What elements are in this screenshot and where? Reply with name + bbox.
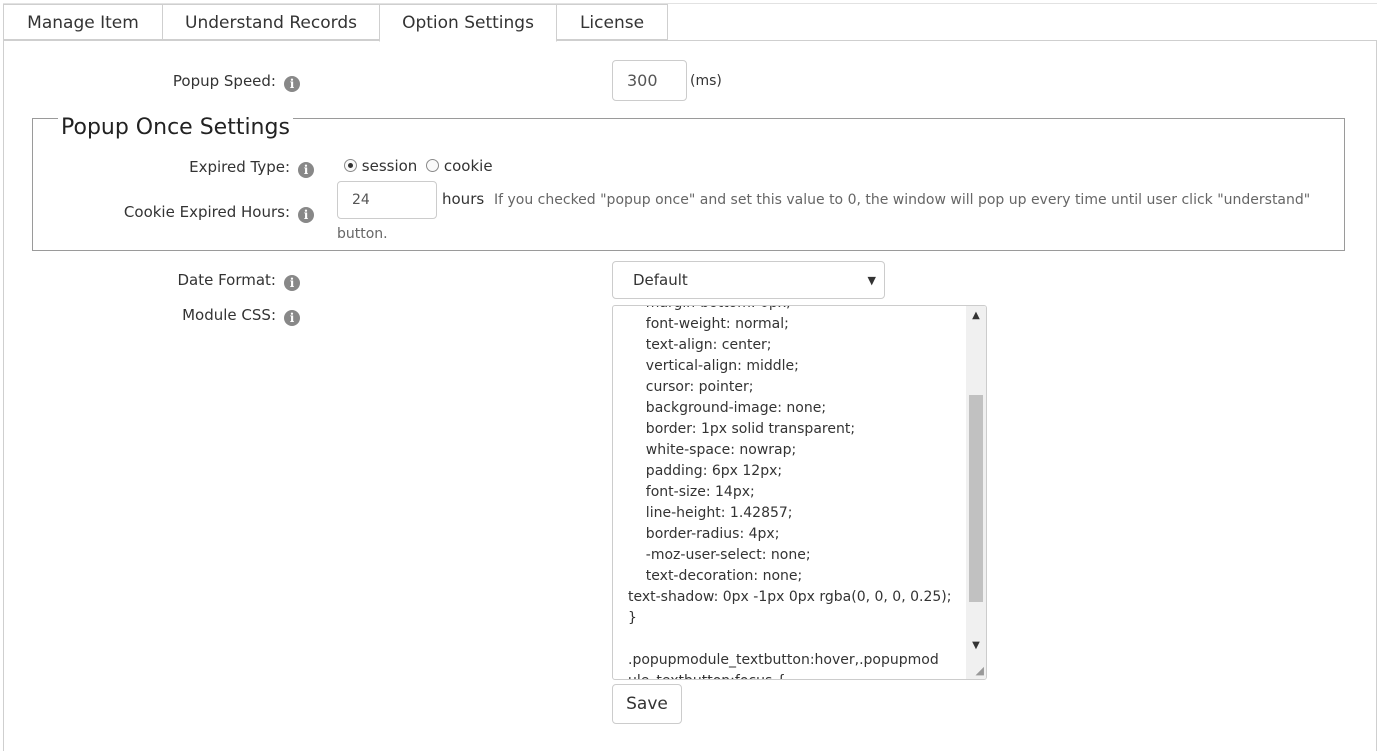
expired-type-label: Expired Type: i (60, 158, 314, 178)
radio-cookie[interactable] (426, 159, 440, 172)
radio-cookie-label: cookie (443, 157, 493, 175)
info-icon[interactable]: i (298, 207, 314, 223)
cookie-hours-help-line2: button. (337, 226, 388, 242)
cookie-hours-label: Cookie Expired Hours: i (60, 203, 314, 223)
popup-speed-label: Popup Speed: i (60, 72, 300, 92)
scrollbar-thumb[interactable] (969, 395, 983, 602)
popup-speed-label-text: Popup Speed: (172, 72, 276, 90)
date-format-label: Date Format: i (60, 271, 300, 291)
module-css-content: margin-bottom: 0px; font-weight: normal;… (628, 306, 952, 679)
module-css-textarea[interactable]: margin-bottom: 0px; font-weight: normal;… (612, 305, 987, 680)
cookie-hours-label-text: Cookie Expired Hours: (123, 203, 290, 221)
scroll-down-arrow-icon[interactable]: ▼ (966, 636, 986, 656)
module-css-label-text: Module CSS: (182, 306, 276, 324)
info-icon[interactable]: i (284, 76, 300, 92)
tab-manage-item[interactable]: Manage Item (3, 4, 163, 40)
expired-type-label-text: Expired Type: (189, 158, 290, 176)
expired-type-radios: session cookie (344, 157, 493, 175)
tab-understand-records[interactable]: Understand Records (162, 4, 380, 40)
tab-label: License (579, 13, 645, 33)
tab-option-settings[interactable]: Option Settings (379, 4, 557, 42)
module-css-label: Module CSS: i (60, 306, 300, 326)
info-icon[interactable]: i (284, 275, 300, 291)
date-format-selected: Default (633, 271, 688, 289)
tab-license[interactable]: License (556, 4, 668, 40)
cookie-hours-input[interactable]: 24 (337, 181, 437, 219)
popup-speed-value: 300 (627, 71, 658, 90)
scrollbar[interactable]: ▲ ▼ (966, 306, 986, 679)
tab-label: Understand Records (185, 13, 357, 33)
save-button[interactable]: Save (612, 684, 682, 724)
info-icon[interactable]: i (298, 162, 314, 178)
date-format-label-text: Date Format: (177, 271, 276, 289)
cookie-hours-value: 24 (352, 192, 370, 208)
cookie-hours-unit: hours (442, 190, 485, 208)
radio-session[interactable] (344, 159, 357, 172)
info-icon[interactable]: i (284, 310, 300, 326)
popup-once-legend: Popup Once Settings (58, 115, 293, 140)
popup-speed-input[interactable]: 300 (612, 60, 687, 101)
date-format-select[interactable]: Default ▼ (612, 261, 885, 299)
tab-label: Manage Item (27, 13, 139, 33)
chevron-down-icon: ▼ (867, 274, 876, 287)
tab-label: Option Settings (402, 13, 534, 33)
cookie-hours-help-line1: If you checked "popup once" and set this… (494, 192, 1311, 208)
resize-grip-icon[interactable]: ◢ (976, 664, 984, 677)
scroll-up-arrow-icon[interactable]: ▲ (966, 306, 986, 326)
popup-speed-unit: (ms) (690, 73, 722, 89)
radio-session-label: session (361, 157, 418, 175)
